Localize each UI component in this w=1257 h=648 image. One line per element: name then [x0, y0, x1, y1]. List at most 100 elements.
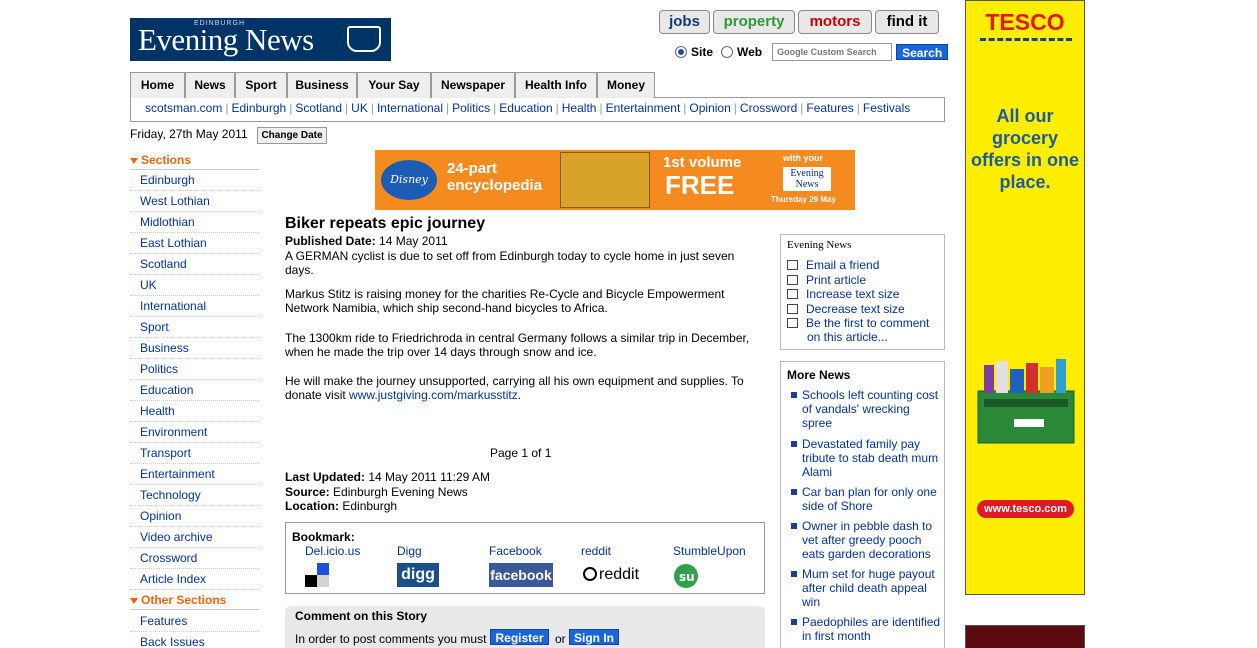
section-west-lothian[interactable]: West Lothian — [130, 191, 260, 212]
facebook-icon[interactable]: facebook — [489, 563, 553, 587]
tab-news[interactable]: News — [185, 72, 235, 98]
motors-button[interactable]: motors — [798, 10, 872, 34]
subnav-entertainment[interactable]: Entertainment — [603, 101, 684, 115]
logo-text: Evening News — [138, 22, 314, 57]
tab-business[interactable]: Business — [287, 72, 357, 98]
subnav-opinion[interactable]: Opinion — [686, 101, 733, 115]
decrease-text-link[interactable]: Decrease text size — [787, 302, 905, 316]
subnav-crossword[interactable]: Crossword — [737, 101, 800, 115]
subnav-uk[interactable]: UK — [348, 101, 371, 115]
section-international[interactable]: International — [130, 296, 260, 317]
delicious-link[interactable]: Del.icio.us — [305, 544, 360, 558]
tab-home[interactable]: Home — [130, 72, 185, 98]
secondary-advert[interactable] — [965, 625, 1085, 648]
more-news-item[interactable]: Car ban plan for only one side of Shore — [791, 485, 941, 513]
section-uk[interactable]: UK — [130, 275, 260, 296]
tab-your-say[interactable]: Your Say — [357, 72, 431, 98]
subnav-scotsman[interactable]: scotsman.com — [142, 101, 225, 115]
email-friend-link[interactable]: Email a friend — [787, 258, 879, 272]
section-education[interactable]: Education — [130, 380, 260, 401]
tesco-stripe — [980, 38, 1072, 41]
subnav-edinburgh[interactable]: Edinburgh — [228, 101, 289, 115]
section-article-index[interactable]: Article Index — [130, 569, 260, 590]
register-button[interactable]: Register — [490, 629, 549, 645]
print-article-link[interactable]: Print article — [787, 273, 866, 287]
section-scotland[interactable]: Scotland — [130, 254, 260, 275]
section-midlothian[interactable]: Midlothian — [130, 212, 260, 233]
evening-news-logo[interactable]: EDINBURGH Evening News — [130, 18, 391, 61]
svg-text:su: su — [679, 570, 695, 584]
reddit-link[interactable]: reddit — [581, 544, 611, 558]
speech-bubble-icon — [787, 318, 798, 328]
sections-heading[interactable]: Sections — [130, 153, 260, 170]
more-news-item[interactable]: Mum set for huge payout after child deat… — [791, 567, 941, 609]
page-indicator: Page 1 of 1 — [490, 446, 552, 460]
jobs-button[interactable]: jobs — [659, 10, 710, 34]
subnav-politics[interactable]: Politics — [449, 101, 493, 115]
tab-sport[interactable]: Sport — [235, 72, 287, 98]
section-sport[interactable]: Sport — [130, 317, 260, 338]
more-news-item[interactable]: Paedophiles are identified in first mont… — [791, 615, 941, 643]
reddit-icon[interactable]: reddit — [583, 563, 643, 587]
tesco-url: www.tesco.com — [977, 500, 1074, 518]
first-comment-link[interactable]: Be the first to comment on this article.… — [787, 316, 937, 344]
current-date: Friday, 27th May 2011 — [130, 127, 248, 141]
delicious-icon[interactable] — [305, 563, 329, 590]
subnav-health[interactable]: Health — [559, 101, 600, 115]
tab-newspaper[interactable]: Newspaper — [431, 72, 515, 98]
increase-text-link[interactable]: Increase text size — [787, 287, 899, 301]
published-date: Published Date: 14 May 2011 — [285, 234, 448, 248]
section-crossword[interactable]: Crossword — [130, 548, 260, 569]
section-back-issues[interactable]: Back Issues — [130, 632, 260, 648]
tesco-advert[interactable]: TESCO All our grocery offers in one plac… — [965, 0, 1085, 595]
more-news-item[interactable]: Devastated family pay tribute to stab de… — [791, 437, 941, 479]
subnav-festivals[interactable]: Festivals — [860, 101, 913, 115]
section-opinion[interactable]: Opinion — [130, 506, 260, 527]
article-paragraph: Markus Stitz is raising money for the ch… — [285, 287, 725, 315]
section-video-archive[interactable]: Video archive — [130, 527, 260, 548]
find-it-button[interactable]: find it — [875, 10, 939, 34]
subnav-features[interactable]: Features — [803, 101, 856, 115]
sub-nav: scotsman.com | Edinburgh | Scotland | UK | Inter… — [130, 97, 945, 122]
subnav-education[interactable]: Education — [496, 101, 555, 115]
section-health[interactable]: Health — [130, 401, 260, 422]
web-radio[interactable] — [721, 46, 734, 58]
section-transport[interactable]: Transport — [130, 443, 260, 464]
web-radio-label: Web — [737, 45, 763, 59]
digg-link[interactable]: Digg — [397, 544, 422, 558]
justgiving-link[interactable]: www.justgiving.com/markusstitz — [349, 388, 518, 402]
last-updated: Last Updated: 14 May 2011 11:29 AM — [285, 470, 490, 484]
tab-health-info[interactable]: Health Info — [515, 72, 597, 98]
site-radio[interactable] — [675, 46, 687, 58]
other-sections-heading[interactable]: Other Sections — [130, 593, 260, 610]
search-input[interactable]: Google Custom Search — [772, 43, 893, 61]
disney-encyclopedia-banner[interactable]: Disney 24-part encyclopedia 1st volume FR… — [375, 150, 855, 210]
section-entertainment[interactable]: Entertainment — [130, 464, 260, 485]
more-news-item[interactable]: Schools left counting cost of vandals' w… — [791, 388, 941, 430]
section-technology[interactable]: Technology — [130, 485, 260, 506]
banner-paper-logo: Evening News — [783, 167, 831, 191]
section-business[interactable]: Business — [130, 338, 260, 359]
sign-in-button[interactable]: Sign In — [569, 629, 619, 645]
envelope-icon — [787, 260, 798, 270]
more-news-item[interactable]: Owner in pebble dash to vet after greedy… — [791, 519, 941, 561]
section-edinburgh[interactable]: Edinburgh — [130, 170, 260, 191]
facebook-link[interactable]: Facebook — [489, 544, 542, 558]
change-date-button[interactable]: Change Date — [257, 127, 327, 144]
digg-icon[interactable]: digg — [397, 563, 439, 587]
property-button[interactable]: property — [713, 10, 795, 34]
tab-money[interactable]: Money — [597, 72, 655, 98]
search-bar: Site Web Google Custom Search Search — [675, 42, 949, 62]
stumbleupon-icon[interactable]: su — [673, 563, 699, 592]
stumbleupon-link[interactable]: StumbleUpon — [673, 544, 746, 558]
search-button[interactable]: Search — [896, 44, 949, 60]
subnav-scotland[interactable]: Scotland — [292, 101, 345, 115]
subnav-international[interactable]: International — [374, 101, 446, 115]
section-environment[interactable]: Environment — [130, 422, 260, 443]
triangle-down-icon — [130, 157, 138, 164]
main-nav: Home News Sport Business Your Say Newspa… — [130, 72, 945, 98]
section-politics[interactable]: Politics — [130, 359, 260, 380]
banner-free-text: FREE — [665, 170, 735, 200]
section-east-lothian[interactable]: East Lothian — [130, 233, 260, 254]
section-features[interactable]: Features — [130, 611, 260, 632]
